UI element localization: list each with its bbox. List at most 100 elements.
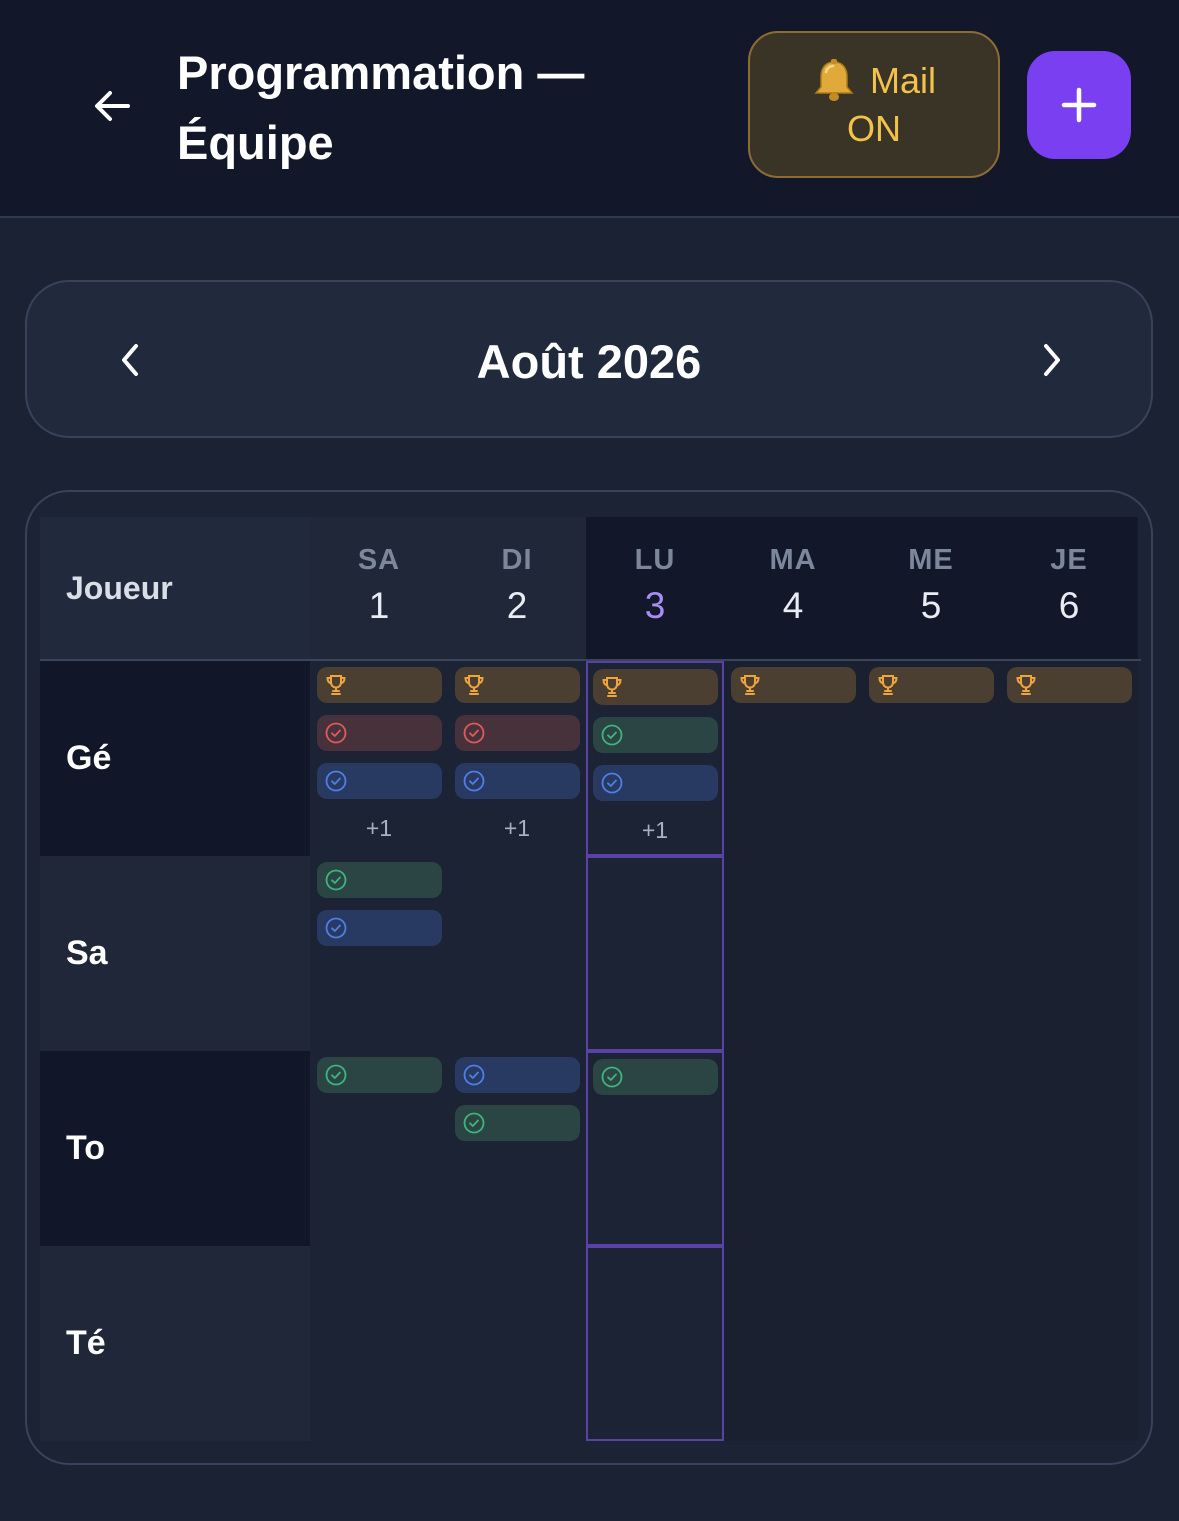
check-circle-icon — [601, 1066, 623, 1088]
day-of-week-label: ME — [908, 544, 954, 576]
day-of-week-label: MA — [769, 544, 817, 576]
more-events-count[interactable]: +1 — [448, 815, 586, 842]
more-events-count[interactable]: +1 — [310, 815, 448, 842]
trophy-icon — [326, 675, 346, 695]
bell-icon — [814, 58, 854, 101]
player-column-header: Joueur — [40, 517, 310, 659]
schedule-cell[interactable] — [586, 1051, 724, 1246]
page-title-line1: Programmation — — [177, 46, 585, 99]
player-row: Gé +1 +1 +1 — [40, 661, 1141, 856]
event-pill-green[interactable] — [593, 1059, 718, 1095]
schedule-cell[interactable]: +1 — [310, 661, 448, 856]
event-pill-blue[interactable] — [593, 765, 718, 801]
schedule-cell[interactable]: +1 — [586, 661, 724, 856]
schedule-cell[interactable] — [448, 856, 586, 1051]
schedule-cell[interactable] — [724, 856, 862, 1051]
day-number-label: 1 — [368, 585, 390, 626]
more-events-count[interactable]: +1 — [586, 817, 724, 844]
page-title: Programmation — Équipe — [177, 38, 677, 178]
day-header-sa[interactable]: SA 1 — [310, 517, 448, 659]
day-of-week-label: LU — [634, 544, 676, 576]
player-name[interactable]: To — [40, 1051, 310, 1246]
event-pill-blue[interactable] — [317, 763, 442, 799]
chevron-right-icon — [1044, 344, 1060, 376]
match-event-pill[interactable] — [593, 669, 718, 705]
day-of-week-label: SA — [357, 544, 401, 576]
schedule-cell[interactable] — [862, 661, 1000, 856]
schedule-cell[interactable] — [448, 1246, 586, 1441]
event-pill-blue[interactable] — [455, 1057, 580, 1093]
schedule-cell[interactable] — [586, 856, 724, 1051]
mail-state: ON — [847, 107, 901, 149]
trophy-icon — [1016, 675, 1036, 695]
schedule-cell[interactable] — [1000, 1246, 1138, 1441]
event-pill-green[interactable] — [317, 862, 442, 898]
check-circle-icon — [325, 722, 347, 744]
player-row: To — [40, 1051, 1141, 1246]
schedule-cell[interactable] — [862, 1246, 1000, 1441]
trophy-icon — [602, 677, 622, 697]
day-header-me[interactable]: ME 5 — [862, 517, 1000, 659]
event-pill-green[interactable] — [317, 1057, 442, 1093]
match-event-pill[interactable] — [317, 667, 442, 703]
schedule-cell[interactable] — [310, 1051, 448, 1246]
schedule-cell[interactable] — [1000, 1051, 1138, 1246]
player-row: Sa — [40, 856, 1141, 1051]
event-pill-red[interactable] — [317, 715, 442, 751]
mail-toggle-button[interactable]: Mail ON — [748, 31, 1000, 178]
month-navigator: Août 2026 — [25, 280, 1153, 438]
schedule-cell[interactable] — [448, 1051, 586, 1246]
schedule-cell[interactable] — [1000, 856, 1138, 1051]
schedule-cell[interactable]: +1 — [448, 661, 586, 856]
month-title: Août 2026 — [476, 335, 702, 388]
plus-icon — [1061, 87, 1097, 123]
check-circle-icon — [601, 772, 623, 794]
player-name[interactable]: Sa — [40, 856, 310, 1051]
schedule-cell[interactable] — [586, 1246, 724, 1441]
day-header-lu[interactable]: LU 3 — [586, 517, 724, 659]
schedule-cell[interactable] — [862, 1051, 1000, 1246]
match-event-pill[interactable] — [869, 667, 994, 703]
player-row: Té — [40, 1246, 1141, 1441]
trophy-icon — [464, 675, 484, 695]
check-circle-icon — [325, 770, 347, 792]
schedule-cell[interactable] — [724, 661, 862, 856]
check-circle-icon — [601, 724, 623, 746]
check-circle-icon — [463, 722, 485, 744]
event-pill-blue[interactable] — [317, 910, 442, 946]
schedule-cell[interactable] — [1000, 661, 1138, 856]
back-button[interactable] — [84, 78, 140, 134]
schedule-cell[interactable] — [310, 856, 448, 1051]
add-button[interactable] — [1027, 51, 1131, 159]
match-event-pill[interactable] — [731, 667, 856, 703]
next-month-button[interactable] — [1025, 334, 1077, 386]
event-pill-green[interactable] — [593, 717, 718, 753]
event-pill-green[interactable] — [455, 1105, 580, 1141]
arrow-left-icon — [95, 91, 130, 121]
player-name[interactable]: Té — [40, 1246, 310, 1441]
day-number-label: 5 — [920, 585, 942, 626]
event-pill-red[interactable] — [455, 715, 580, 751]
day-header-je[interactable]: JE 6 — [1000, 517, 1138, 659]
trophy-icon — [740, 675, 760, 695]
match-event-pill[interactable] — [455, 667, 580, 703]
schedule-grid: Joueur SA 1 DI 2 LU 3 MA 4 ME 5 JE 6 Gé +1 +1 +1 Sa To Té — [25, 490, 1153, 1465]
match-event-pill[interactable] — [1007, 667, 1132, 703]
check-circle-icon — [463, 1064, 485, 1086]
day-header-ma[interactable]: MA 4 — [724, 517, 862, 659]
schedule-cell[interactable] — [862, 856, 1000, 1051]
schedule-cell[interactable] — [724, 1051, 862, 1246]
event-pill-blue[interactable] — [455, 763, 580, 799]
trophy-icon — [878, 675, 898, 695]
schedule-cell[interactable] — [310, 1246, 448, 1441]
check-circle-icon — [463, 1112, 485, 1134]
check-circle-icon — [463, 770, 485, 792]
day-header-di[interactable]: DI 2 — [448, 517, 586, 659]
day-number-label: 2 — [506, 585, 528, 626]
check-circle-icon — [325, 917, 347, 939]
schedule-cell[interactable] — [724, 1246, 862, 1441]
top-bar: Programmation — Équipe Mail ON — [0, 0, 1179, 218]
day-number-label: 4 — [782, 585, 804, 626]
page-title-line2: Équipe — [177, 116, 334, 169]
player-name[interactable]: Gé — [40, 661, 310, 856]
